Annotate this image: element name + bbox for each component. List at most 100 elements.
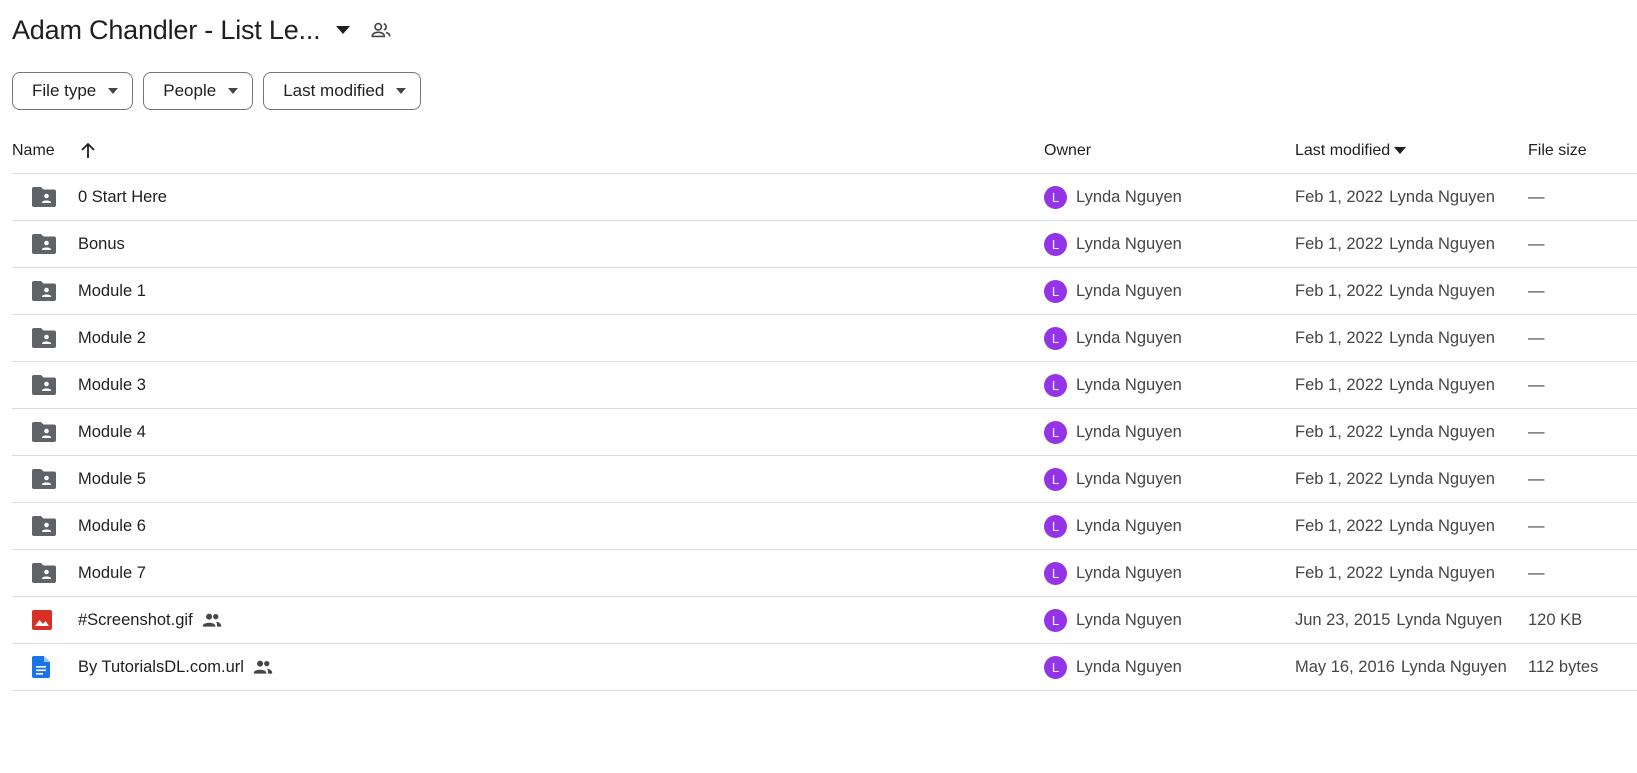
modified-date: Feb 1, 2022: [1295, 469, 1384, 488]
modified-by: Lynda Nguyen: [1389, 281, 1495, 300]
modified-date: Jun 23, 2015: [1295, 610, 1391, 629]
owner-cell: L Lynda Nguyen: [1044, 373, 1295, 397]
file-name: By TutorialsDL.com.url: [78, 657, 244, 676]
file-name: #Screenshot.gif: [78, 610, 193, 629]
last-modified-filter[interactable]: Last modified: [263, 72, 422, 110]
name-cell: Module 2: [12, 328, 1044, 348]
owner-cell: L Lynda Nguyen: [1044, 514, 1295, 538]
file-type-filter[interactable]: File type: [12, 72, 134, 110]
file-name: 0 Start Here: [78, 187, 167, 206]
owner-name: Lynda Nguyen: [1076, 187, 1182, 206]
file-name: Module 1: [78, 281, 146, 300]
owner-cell: L Lynda Nguyen: [1044, 467, 1295, 491]
owner-cell: L Lynda Nguyen: [1044, 326, 1295, 350]
image-file-icon: [12, 610, 78, 630]
shared-folder-icon: [12, 469, 78, 489]
file-size-column-header[interactable]: File size: [1528, 142, 1637, 160]
avatar[interactable]: L: [1044, 232, 1067, 256]
owner-column-header[interactable]: Owner: [1044, 142, 1295, 160]
modified-cell: May 16, 2016 Lynda Nguyen: [1295, 658, 1528, 677]
owner-cell: L Lynda Nguyen: [1044, 655, 1295, 679]
owner-name: Lynda Nguyen: [1076, 328, 1182, 347]
owner-name: Lynda Nguyen: [1076, 563, 1182, 582]
table-row[interactable]: Module 7 L Lynda Nguyen Feb 1, 2022 Lynda Ng…: [12, 550, 1637, 597]
table-row[interactable]: Module 3 L Lynda Nguyen Feb 1, 2022 Lynda Ng…: [12, 362, 1637, 409]
avatar[interactable]: L: [1044, 185, 1067, 209]
file-name: Module 6: [78, 516, 146, 535]
name-cell: Module 3: [12, 375, 1044, 395]
filter-chips: File type People Last modified: [12, 72, 422, 110]
modified-cell: Feb 1, 2022 Lynda Nguyen: [1295, 329, 1528, 348]
file-name: Module 2: [78, 328, 146, 347]
owner-cell: L Lynda Nguyen: [1044, 608, 1295, 632]
arrow-upward-icon[interactable]: [75, 138, 101, 164]
owner-name: Lynda Nguyen: [1076, 375, 1182, 394]
modified-by: Lynda Nguyen: [1389, 469, 1495, 488]
owner-name: Lynda Nguyen: [1076, 281, 1182, 300]
owner-cell: L Lynda Nguyen: [1044, 420, 1295, 444]
table-row[interactable]: #Screenshot.gif L Lynda Nguyen Jun 23, 2015…: [12, 597, 1637, 644]
shared-folder-icon: [12, 375, 78, 395]
avatar[interactable]: L: [1044, 467, 1067, 491]
folder-title-bar: Adam Chandler - List Le...: [12, 10, 394, 50]
owner-name: Lynda Nguyen: [1076, 516, 1182, 535]
arrow-drop-down-icon: [396, 88, 407, 94]
shared-folder-icon: [12, 563, 78, 583]
table-row[interactable]: Bonus L Lynda Nguyen Feb 1, 2022 Lynda Nguye…: [12, 221, 1637, 268]
avatar[interactable]: L: [1044, 326, 1067, 350]
owner-name: Lynda Nguyen: [1076, 234, 1182, 253]
file-name: Module 3: [78, 375, 146, 394]
modified-cell: Feb 1, 2022 Lynda Nguyen: [1295, 564, 1528, 583]
table-row[interactable]: Module 4 L Lynda Nguyen Feb 1, 2022 Lynda Ng…: [12, 409, 1637, 456]
shared-folder-icon: [12, 516, 78, 536]
modified-date: Feb 1, 2022: [1295, 281, 1384, 300]
arrow-drop-down-icon[interactable]: [330, 17, 356, 43]
table-row[interactable]: Module 6 L Lynda Nguyen Feb 1, 2022 Lynda Ng…: [12, 503, 1637, 550]
name-cell: Module 5: [12, 469, 1044, 489]
table-row[interactable]: By TutorialsDL.com.url L Lynda Nguyen May 1…: [12, 644, 1637, 691]
arrow-drop-down-icon: [1394, 147, 1407, 154]
shared-people-icon: [202, 612, 222, 628]
modified-date: Feb 1, 2022: [1295, 422, 1384, 441]
modified-cell: Feb 1, 2022 Lynda Nguyen: [1295, 517, 1528, 536]
filter-label: File type: [32, 81, 97, 100]
name-header-label: Name: [12, 141, 55, 159]
file-size: —: [1528, 469, 1545, 488]
name-cell: Module 6: [12, 516, 1044, 536]
avatar[interactable]: L: [1044, 279, 1067, 303]
table-row[interactable]: Module 2 L Lynda Nguyen Feb 1, 2022 Lynda Ng…: [12, 315, 1637, 362]
name-column-header[interactable]: Name: [12, 138, 1044, 164]
size-cell: —: [1528, 564, 1637, 583]
modified-by: Lynda Nguyen: [1396, 610, 1503, 629]
folder-title[interactable]: Adam Chandler - List Le...: [12, 15, 321, 46]
size-cell: —: [1528, 470, 1637, 489]
avatar[interactable]: L: [1044, 561, 1067, 585]
size-cell: —: [1528, 188, 1637, 207]
shared-folder-icon: [12, 234, 78, 254]
modified-by: Lynda Nguyen: [1400, 657, 1507, 676]
modified-date: Feb 1, 2022: [1295, 234, 1384, 253]
avatar[interactable]: L: [1044, 373, 1067, 397]
owner-cell: L Lynda Nguyen: [1044, 232, 1295, 256]
modified-by: Lynda Nguyen: [1389, 563, 1495, 582]
avatar[interactable]: L: [1044, 655, 1067, 679]
modified-by: Lynda Nguyen: [1389, 375, 1495, 394]
avatar[interactable]: L: [1044, 514, 1067, 538]
size-cell: 112 bytes: [1528, 658, 1637, 677]
modified-cell: Feb 1, 2022 Lynda Nguyen: [1295, 282, 1528, 301]
name-cell: 0 Start Here: [12, 187, 1044, 207]
shared-folder-icon: [12, 187, 78, 207]
document-file-icon: [12, 656, 78, 678]
table-row[interactable]: Module 5 L Lynda Nguyen Feb 1, 2022 Lynda Ng…: [12, 456, 1637, 503]
avatar[interactable]: L: [1044, 420, 1067, 444]
avatar[interactable]: L: [1044, 608, 1067, 632]
last-modified-column-header[interactable]: Last modified: [1295, 142, 1528, 160]
file-size: —: [1528, 422, 1545, 441]
owner-name: Lynda Nguyen: [1076, 610, 1182, 629]
table-row[interactable]: Module 1 L Lynda Nguyen Feb 1, 2022 Lynda Ng…: [12, 268, 1637, 315]
people-outline-icon[interactable]: [368, 17, 394, 43]
file-name: Module 7: [78, 563, 146, 582]
people-filter[interactable]: People: [143, 72, 254, 110]
table-row[interactable]: 0 Start Here L Lynda Nguyen Feb 1, 2022 Lynd…: [12, 174, 1637, 221]
arrow-drop-down-icon: [228, 88, 239, 94]
